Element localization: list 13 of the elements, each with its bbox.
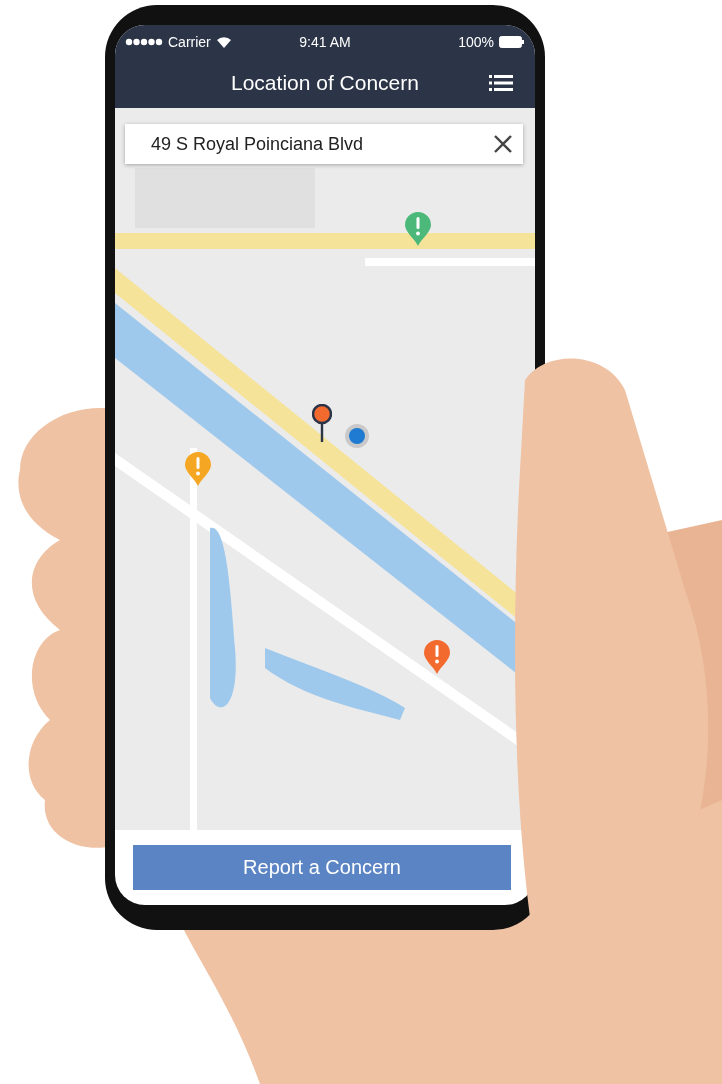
signal-icon — [125, 37, 163, 46]
status-time: 9:41 AM — [299, 33, 351, 50]
carrier-label: Carrier — [168, 33, 211, 50]
battery-percent: 100% — [458, 33, 494, 50]
report-button[interactable]: Report a Concern — [133, 845, 511, 890]
battery-icon — [499, 35, 525, 48]
menu-icon[interactable] — [489, 75, 513, 91]
close-icon[interactable] — [493, 134, 513, 154]
map-pin-icon[interactable] — [312, 404, 332, 442]
alert-pin-icon[interactable] — [424, 640, 450, 674]
screen-title: Location of Concern — [231, 71, 419, 95]
search-field[interactable]: 49 S Royal Poinciana Blvd — [125, 124, 523, 164]
wifi-icon — [215, 35, 232, 48]
